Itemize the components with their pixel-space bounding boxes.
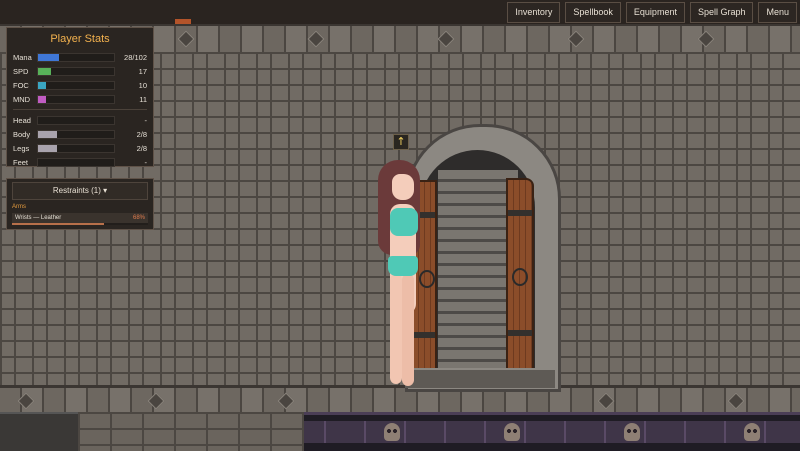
door-hinge-band bbox=[508, 210, 532, 216]
skull-icon bbox=[624, 423, 640, 441]
restraints-dropdown[interactable]: Restraints (1) ▾ bbox=[12, 182, 148, 200]
bar-fill bbox=[38, 67, 51, 75]
stat-value: 10 bbox=[138, 80, 147, 90]
trim-ornament bbox=[567, 30, 585, 48]
skull-icon bbox=[504, 423, 520, 441]
bar-fill bbox=[38, 53, 59, 61]
mana-bar bbox=[37, 52, 115, 62]
stat-row-spd: SPD 17 bbox=[13, 64, 147, 78]
limb-value: - bbox=[144, 115, 148, 125]
top-menu-bar: Inventory Spellbook Equipment Spell Grap… bbox=[507, 2, 797, 23]
trim-ornament bbox=[307, 30, 325, 48]
menu-button[interactable]: Menu bbox=[758, 2, 797, 23]
door-ring-icon bbox=[512, 268, 528, 286]
bar-fill bbox=[38, 144, 57, 152]
mnd-bar bbox=[37, 94, 115, 104]
limb-value: 2/8 bbox=[136, 129, 147, 139]
trim-ornament bbox=[697, 30, 715, 48]
skull-floor-border bbox=[304, 412, 800, 451]
limb-label: Legs bbox=[13, 143, 30, 153]
limb-label: Body bbox=[13, 129, 31, 139]
foc-bar bbox=[37, 80, 115, 90]
stat-label: Mana bbox=[13, 52, 32, 62]
stat-label: SPD bbox=[13, 66, 29, 76]
restraint-item-percent: 68% bbox=[132, 215, 145, 221]
restraint-slot-label: Arms bbox=[12, 204, 26, 210]
limb-value: 2/8 bbox=[136, 143, 147, 153]
bar-fill bbox=[38, 81, 46, 89]
stat-value: 17 bbox=[138, 66, 147, 76]
character-face bbox=[392, 174, 414, 200]
stat-label: MND bbox=[13, 94, 31, 104]
bar-fill bbox=[38, 130, 57, 138]
trim-ornament bbox=[727, 392, 745, 410]
feet-bar bbox=[37, 157, 115, 167]
stat-label: FOC bbox=[13, 80, 29, 90]
stat-row-mana: Mana 28/102 bbox=[13, 50, 147, 64]
trim-ornament bbox=[597, 392, 615, 410]
restraints-panel: Restraints (1) ▾ Arms Wrists — Leather 6… bbox=[6, 178, 154, 230]
panel-title: Player Stats bbox=[50, 33, 110, 45]
equipment-button[interactable]: Equipment bbox=[625, 2, 685, 23]
stone-floor-tile bbox=[78, 412, 304, 451]
skull-icon bbox=[744, 423, 760, 441]
limb-row-head: Head - bbox=[13, 113, 147, 127]
bar-fill bbox=[38, 95, 47, 103]
character-top bbox=[390, 208, 418, 236]
restraint-item-name: Wrists — Leather bbox=[15, 215, 62, 221]
spell-graph-button[interactable]: Spell Graph bbox=[689, 2, 754, 23]
skull-band bbox=[304, 421, 800, 443]
limb-row-feet: Feet - bbox=[13, 155, 147, 169]
player-character bbox=[368, 160, 428, 390]
panel-divider bbox=[13, 109, 147, 110]
limb-row-legs: Legs 2/8 bbox=[13, 141, 147, 155]
stat-row-foc: FOC 10 bbox=[13, 78, 147, 92]
trim-ornament bbox=[17, 392, 35, 410]
limb-label: Head bbox=[13, 115, 31, 125]
stat-value: 11 bbox=[139, 94, 147, 104]
limb-label: Feet bbox=[13, 157, 29, 167]
trim-ornament bbox=[437, 30, 455, 48]
stat-row-mnd: MND 11 bbox=[13, 92, 147, 106]
head-bar bbox=[37, 115, 115, 125]
trim-ornament bbox=[177, 30, 195, 48]
player-stats-panel: Player Stats Mana 28/102 SPD 17 FOC 10 M… bbox=[6, 27, 154, 167]
legs-bar bbox=[37, 143, 115, 153]
spellbook-button[interactable]: Spellbook bbox=[565, 2, 621, 23]
door-hinge-band bbox=[508, 330, 532, 336]
dark-floor-tile bbox=[0, 412, 78, 451]
restraint-progress bbox=[12, 223, 148, 225]
trim-ornament bbox=[277, 392, 295, 410]
spd-bar bbox=[37, 66, 115, 76]
character-leg bbox=[402, 274, 414, 386]
skull-icon bbox=[384, 423, 400, 441]
inventory-button[interactable]: Inventory bbox=[507, 2, 561, 23]
body-bar bbox=[37, 129, 115, 139]
trim-ornament bbox=[147, 392, 165, 410]
door-right-panel bbox=[506, 178, 534, 378]
limb-value: - bbox=[144, 157, 148, 167]
restraint-progress-fill bbox=[12, 223, 105, 225]
stat-value: 28/102 bbox=[124, 52, 147, 62]
character-leg bbox=[390, 274, 402, 384]
interact-arrow-icon[interactable]: ↑ bbox=[393, 134, 409, 150]
restraint-item[interactable]: Wrists — Leather 68% bbox=[12, 213, 148, 223]
character-shorts bbox=[388, 256, 418, 276]
limb-row-body: Body 2/8 bbox=[13, 127, 147, 141]
